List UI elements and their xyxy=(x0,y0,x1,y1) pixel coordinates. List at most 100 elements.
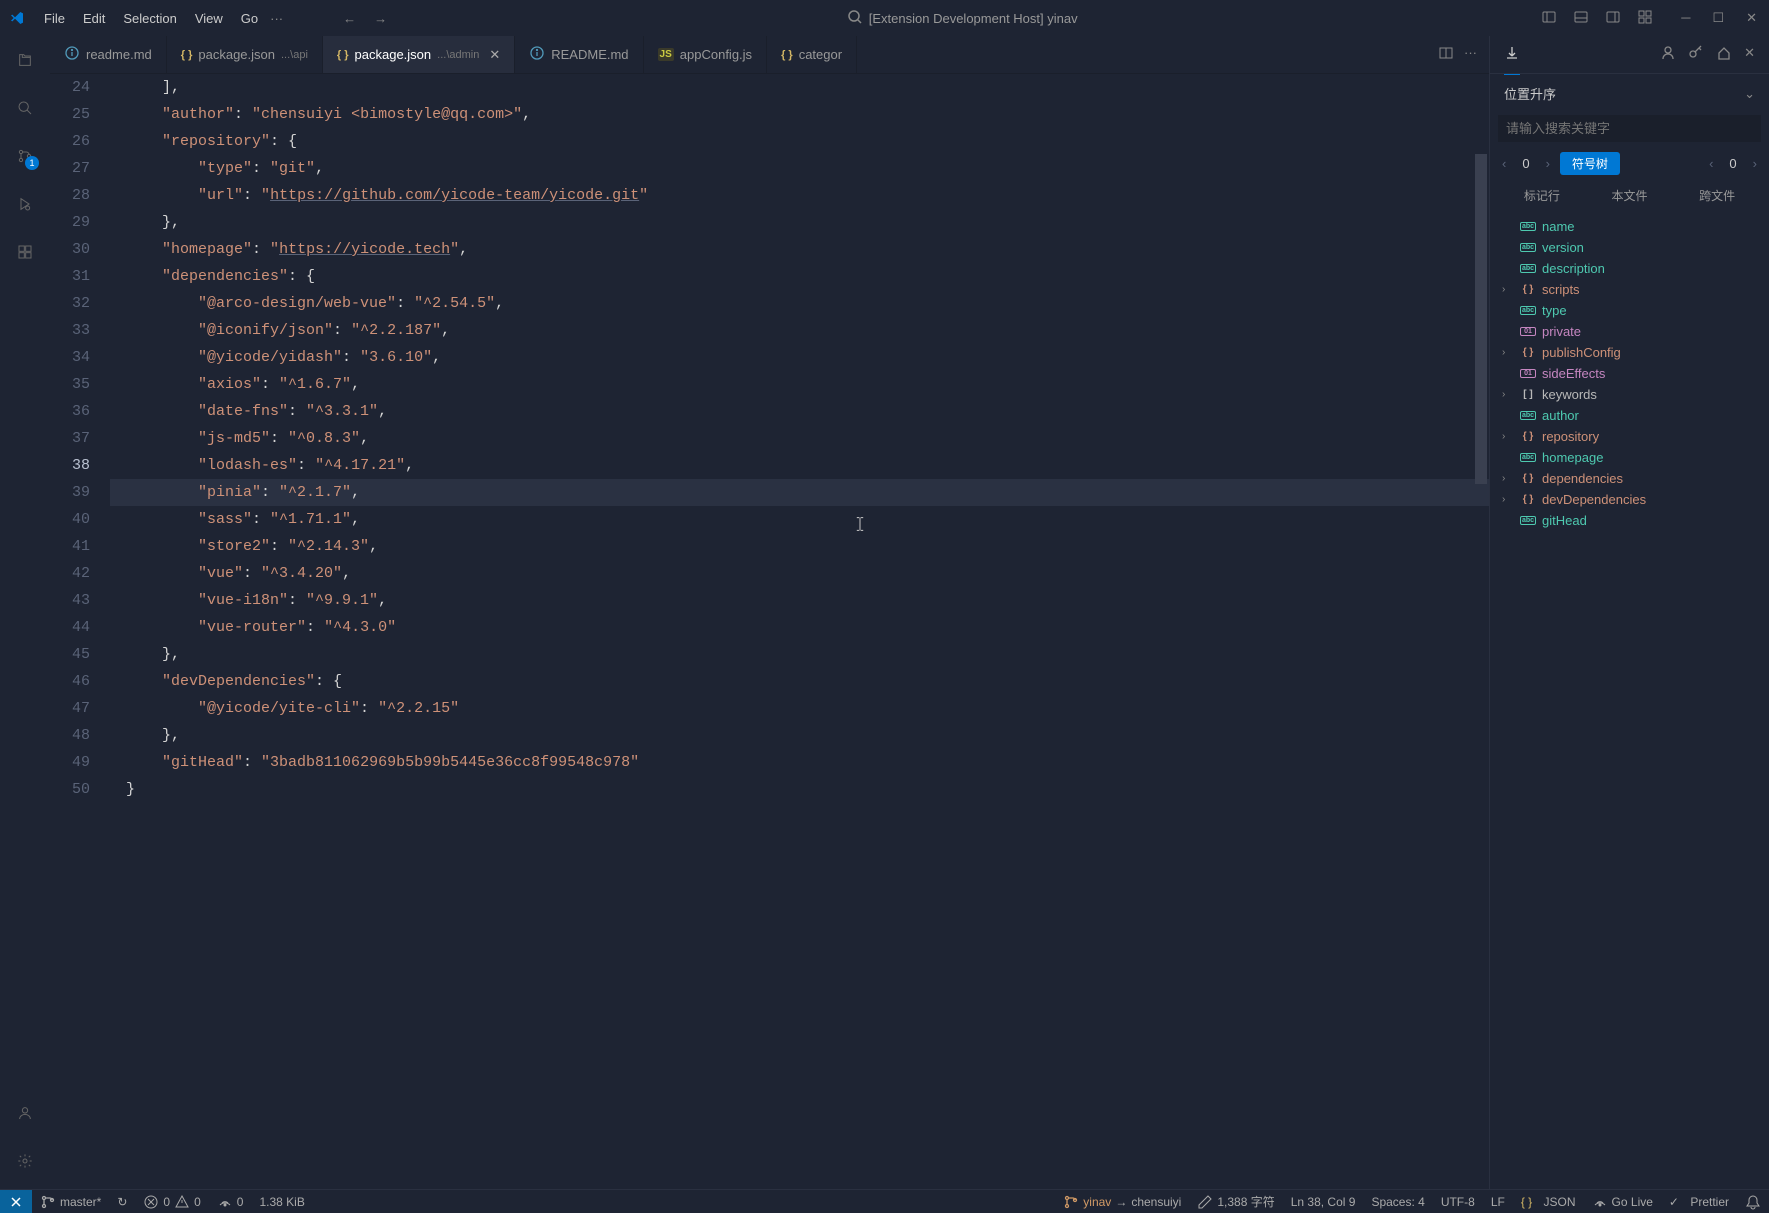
radio-status[interactable]: 0 xyxy=(209,1194,252,1210)
cursor-position[interactable]: Ln 38, Col 9 xyxy=(1283,1193,1364,1210)
split-editor-icon[interactable] xyxy=(1438,45,1454,64)
editor[interactable]: 2425262728293031323334353637383940414243… xyxy=(50,74,1489,1189)
char-count[interactable]: 1,388 字符 xyxy=(1189,1193,1282,1210)
customize-layout-icon[interactable] xyxy=(1633,7,1657,30)
prev-icon[interactable]: ‹ xyxy=(1498,154,1510,173)
key-icon[interactable] xyxy=(1688,45,1704,64)
code-content[interactable]: ], "author": "chensuiyi <bimostyle@qq.co… xyxy=(110,74,1489,1189)
tree-item-private[interactable]: 01private xyxy=(1490,321,1769,342)
tree-item-description[interactable]: abcdescription xyxy=(1490,258,1769,279)
toggle-panel-icon[interactable] xyxy=(1569,7,1593,30)
tab-package-json[interactable]: { }package.json...\api xyxy=(167,36,323,73)
tree-item-repository[interactable]: ›{ }repository xyxy=(1490,426,1769,447)
vertical-scrollbar[interactable] xyxy=(1475,74,1487,1189)
tree-item-author[interactable]: abcauthor xyxy=(1490,405,1769,426)
nav-forward-icon[interactable]: → xyxy=(374,11,387,26)
problems[interactable]: 0 0 xyxy=(135,1194,208,1210)
menu-edit[interactable]: Edit xyxy=(75,7,113,30)
prettier[interactable]: ✓ Prettier xyxy=(1661,1193,1737,1210)
filter-跨文件[interactable]: 跨文件 xyxy=(1685,183,1749,208)
eol[interactable]: LF xyxy=(1483,1193,1513,1210)
notifications-icon[interactable] xyxy=(1737,1193,1769,1210)
source-control-icon[interactable]: 1 xyxy=(11,142,39,170)
text-cursor-icon xyxy=(762,488,764,506)
minimize-icon[interactable]: ─ xyxy=(1677,8,1694,28)
tree-item-name[interactable]: abcname xyxy=(1490,216,1769,237)
tree-item-publishConfig[interactable]: ›{ }publishConfig xyxy=(1490,342,1769,363)
close-icon[interactable]: ✕ xyxy=(1742,8,1761,28)
tab-package-json[interactable]: { }package.json...\admin✕ xyxy=(323,36,515,73)
next-icon-2[interactable]: › xyxy=(1749,154,1761,173)
tab-categor[interactable]: { }categor xyxy=(767,36,857,73)
tree-item-version[interactable]: abcversion xyxy=(1490,237,1769,258)
accounts-icon[interactable] xyxy=(11,1099,39,1127)
prev-icon-2[interactable]: ‹ xyxy=(1705,154,1717,173)
git-branch[interactable]: master* xyxy=(32,1194,109,1210)
tree-item-devDependencies[interactable]: ›{ }devDependencies xyxy=(1490,489,1769,510)
filter-标记行[interactable]: 标记行 xyxy=(1510,183,1574,208)
sync-button[interactable]: ↻ xyxy=(109,1195,135,1209)
run-debug-icon[interactable] xyxy=(11,190,39,218)
menu-go[interactable]: Go xyxy=(233,7,266,30)
activity-bar: 1 xyxy=(0,36,50,1189)
window-title: [Extension Development Host] yinav xyxy=(869,11,1078,26)
tab-label: package.json xyxy=(355,47,432,62)
window-controls: ─ ☐ ✕ xyxy=(1677,8,1761,28)
indentation[interactable]: Spaces: 4 xyxy=(1363,1193,1432,1210)
array-icon: [ ] xyxy=(1520,389,1536,400)
string-icon: abc xyxy=(1520,453,1536,462)
tree-label: author xyxy=(1542,408,1579,423)
git-blame[interactable]: yinav → chensuiyi xyxy=(1055,1193,1189,1210)
tree-item-sideEffects[interactable]: 01sideEffects xyxy=(1490,363,1769,384)
menu-file[interactable]: File xyxy=(36,7,73,30)
outline-tab-icon[interactable] xyxy=(1504,45,1520,75)
language-mode[interactable]: { } JSON xyxy=(1513,1193,1584,1210)
tree-item-gitHead[interactable]: abcgitHead xyxy=(1490,510,1769,531)
settings-gear-icon[interactable] xyxy=(11,1147,39,1175)
next-icon[interactable]: › xyxy=(1542,154,1554,173)
nav-back-icon[interactable]: ← xyxy=(343,11,356,26)
tab-appConfig-js[interactable]: JSappConfig.js xyxy=(644,36,768,73)
maximize-icon[interactable]: ☐ xyxy=(1708,8,1728,28)
home-icon[interactable] xyxy=(1716,45,1732,64)
warning-count: 0 xyxy=(194,1195,201,1209)
tree-item-homepage[interactable]: abchomepage xyxy=(1490,447,1769,468)
tree-item-scripts[interactable]: ›{ }scripts xyxy=(1490,279,1769,300)
tab-readme-md[interactable]: readme.md xyxy=(50,36,167,73)
symbol-tree-button[interactable]: 符号树 xyxy=(1560,152,1620,175)
go-live[interactable]: Go Live xyxy=(1584,1193,1661,1210)
command-center[interactable]: [Extension Development Host] yinav xyxy=(387,9,1537,28)
search-input[interactable] xyxy=(1498,115,1761,142)
scroll-thumb[interactable] xyxy=(1475,154,1487,484)
search-icon[interactable] xyxy=(11,94,39,122)
tree-item-dependencies[interactable]: ›{ }dependencies xyxy=(1490,468,1769,489)
side-panel: ✕ 位置升序 ⌄ ‹ 0 › 符号树 ‹ 0 › 标记行本文件跨文件 abcna… xyxy=(1489,36,1769,1189)
more-actions-icon[interactable]: ··· xyxy=(1464,45,1477,64)
toggle-primary-sidebar-icon[interactable] xyxy=(1537,7,1561,30)
menu-selection[interactable]: Selection xyxy=(115,7,184,30)
filter-本文件[interactable]: 本文件 xyxy=(1597,183,1661,208)
toggle-secondary-sidebar-icon[interactable] xyxy=(1601,7,1625,30)
tree-item-type[interactable]: abctype xyxy=(1490,300,1769,321)
remote-indicator[interactable] xyxy=(0,1190,32,1213)
string-icon: abc xyxy=(1520,222,1536,231)
vscode-logo-icon xyxy=(8,9,26,27)
tree-label: repository xyxy=(1542,429,1599,444)
encoding[interactable]: UTF-8 xyxy=(1433,1193,1483,1210)
explorer-icon[interactable] xyxy=(11,46,39,74)
panel-close-icon[interactable]: ✕ xyxy=(1744,45,1755,64)
tab-README-md[interactable]: README.md xyxy=(515,36,643,73)
chevron-right-icon: › xyxy=(1502,473,1514,484)
close-tab-icon[interactable]: ✕ xyxy=(489,47,500,63)
repo-name: yinav xyxy=(1083,1195,1111,1209)
sort-selector[interactable]: 位置升序 ⌄ xyxy=(1490,74,1769,113)
menu-more[interactable]: ··· xyxy=(270,11,283,26)
account-icon[interactable] xyxy=(1660,45,1676,64)
tab-path: ...\admin xyxy=(437,49,479,61)
menu-view[interactable]: View xyxy=(187,7,231,30)
extensions-icon[interactable] xyxy=(11,238,39,266)
main-area: 1 readme.md{ }package.json...\api{ }pack… xyxy=(0,36,1769,1189)
tree-item-keywords[interactable]: ›[ ]keywords xyxy=(1490,384,1769,405)
chevron-right-icon: › xyxy=(1502,389,1514,400)
tab-label: readme.md xyxy=(86,47,152,62)
